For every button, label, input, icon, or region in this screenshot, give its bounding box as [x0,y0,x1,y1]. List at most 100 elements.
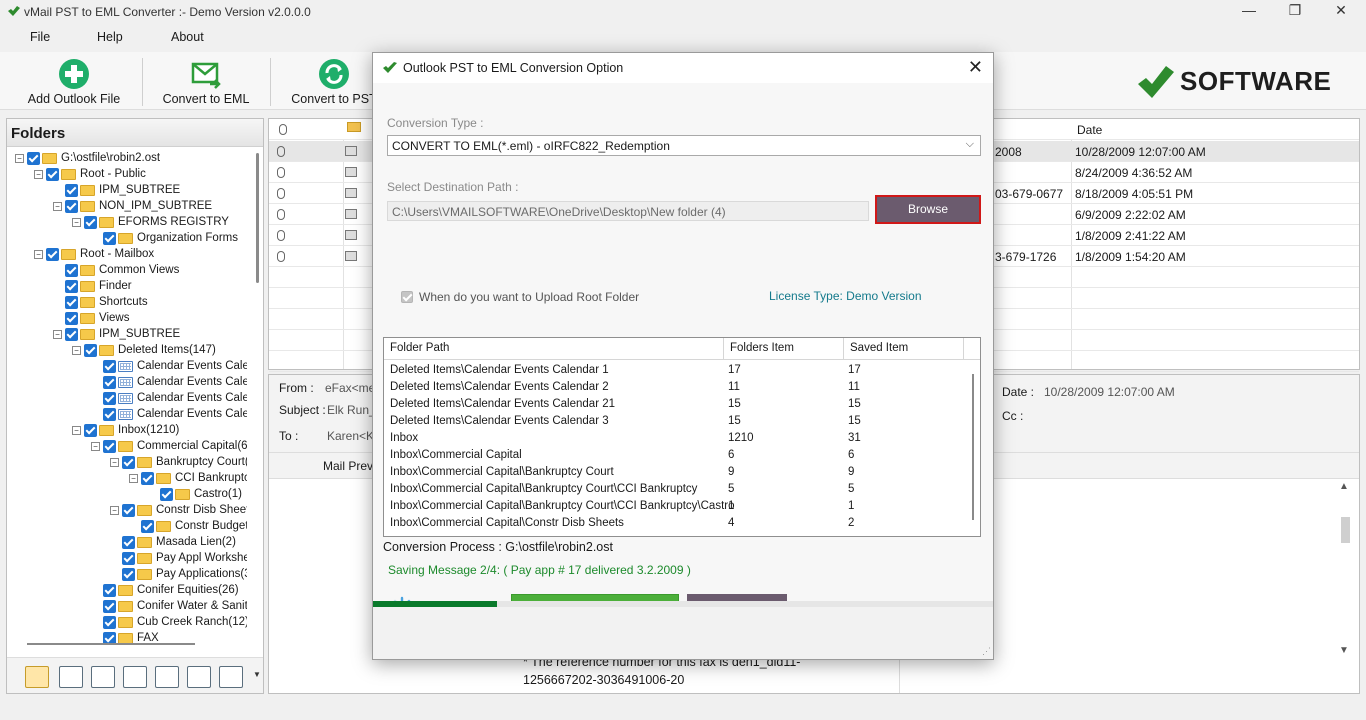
notes-view-icon[interactable] [187,666,211,688]
folder-checkbox[interactable] [65,311,78,325]
grid-header-folders-item[interactable]: Folders Item [730,342,794,354]
grid-header-saved-item[interactable]: Saved Item [850,342,908,354]
folder-checkbox[interactable] [103,375,116,389]
folder-tree-item[interactable]: Calendar Events Calen [91,390,247,406]
more-views-chevron-icon[interactable]: ▼ [253,670,261,679]
folder-checkbox[interactable] [103,407,116,421]
folder-view-icon[interactable] [25,666,49,688]
grid-row[interactable]: Inbox\Commercial Capital\Bankruptcy Cour… [384,481,964,498]
folder-checkbox[interactable] [141,471,154,485]
folder-tree-item[interactable]: Conifer Equities(26) [91,582,239,598]
folder-checkbox[interactable] [122,455,135,469]
envelope-column-icon[interactable] [347,122,361,132]
folder-checkbox[interactable] [65,199,78,213]
folder-tree-item[interactable]: − Inbox(1210) [72,422,179,438]
grid-row[interactable]: Inbox\Commercial Capital\Bankruptcy Cour… [384,464,964,481]
expand-toggle-icon[interactable]: − [72,217,81,227]
folder-tree-item[interactable]: − Root - Mailbox [34,246,154,262]
calendar-view-icon[interactable] [123,666,147,688]
folder-checkbox[interactable] [103,615,116,629]
grid-scrollbar[interactable] [972,374,974,520]
folder-tree-item[interactable]: Common Views [53,262,179,278]
folder-tree-item[interactable]: Calendar Events Calen [91,374,247,390]
destination-path-input[interactable]: C:\Users\VMAILSOFTWARE\OneDrive\Desktop\… [387,201,869,221]
grid-row[interactable]: Inbox\Commercial Capital\Constr Disb She… [384,515,964,532]
expand-toggle-icon[interactable]: − [34,249,43,259]
date-column-header[interactable]: Date [1077,123,1102,137]
convert-to-pst-button[interactable]: Convert to PST [288,56,380,108]
add-outlook-file-button[interactable]: Add Outlook File [24,56,124,108]
close-window-button[interactable]: ✕ [1318,2,1364,22]
upload-root-checkbox[interactable] [401,291,413,303]
expand-toggle-icon[interactable]: − [53,201,62,211]
folder-checkbox[interactable] [84,423,97,437]
folder-tree-item[interactable]: − Root - Public [34,166,146,182]
grid-row[interactable]: Deleted Items\Calendar Events Calendar 3… [384,413,964,430]
folder-tree-item[interactable]: − IPM_SUBTREE [53,326,180,342]
folder-tree-item[interactable]: IPM_SUBTREE [53,182,180,198]
folder-checkbox[interactable] [65,327,78,341]
folder-tree-item[interactable]: Castro(1) [148,486,242,502]
folder-checkbox[interactable] [103,583,116,597]
folder-tree-item[interactable]: Conifer Water & Sanitat [91,598,247,614]
folder-tree-item[interactable]: − Constr Disb Sheets [110,502,247,518]
grid-row[interactable]: Inbox\Commercial Capital 6 6 [384,447,964,464]
folder-checkbox[interactable] [46,247,59,261]
tasks-view-icon[interactable] [155,666,179,688]
expand-toggle-icon[interactable]: − [72,345,81,355]
folder-tree-item[interactable]: Views [53,310,129,326]
folder-tree-item[interactable]: Pay Applications(35 [110,566,247,582]
expand-toggle-icon[interactable]: − [53,329,62,339]
grid-row[interactable]: Inbox\Commercial Capital\Bankruptcy Cour… [384,498,964,515]
folder-tree-item[interactable]: − NON_IPM_SUBTREE [53,198,212,214]
conversion-grid[interactable]: Folder Path Folders Item Saved Item Dele… [383,337,981,537]
conversion-type-select[interactable]: CONVERT TO EML(*.eml) - oIRFC822_Redempt… [387,135,981,156]
expand-toggle-icon[interactable]: − [34,169,43,179]
maximize-button[interactable]: ❐ [1272,2,1318,22]
expand-toggle-icon[interactable]: − [110,457,119,467]
convert-to-eml-button[interactable]: Convert to EML [158,56,254,108]
preview-scrollbar[interactable]: ▲ ▼ [1337,481,1353,661]
expand-toggle-icon[interactable]: − [15,153,24,163]
folder-tree-item[interactable]: Shortcuts [53,294,148,310]
folder-tree-item[interactable]: − Deleted Items(147) [72,342,216,358]
folder-checkbox[interactable] [160,487,173,501]
menu-file[interactable]: File [30,30,50,44]
folder-tree-item[interactable]: − Commercial Capital(6) [91,438,247,454]
folder-checkbox[interactable] [103,439,116,453]
expand-toggle-icon[interactable]: − [110,505,119,515]
folder-tree-vertical-scrollbar[interactable] [256,153,259,283]
folder-tree-item[interactable]: − Bankruptcy Court(9 [110,454,247,470]
folder-checkbox[interactable] [65,295,78,309]
folder-checkbox[interactable] [141,519,154,533]
folder-checkbox[interactable] [122,503,135,517]
folder-checkbox[interactable] [46,167,59,181]
folder-checkbox[interactable] [103,599,116,613]
resize-grip-icon[interactable]: ⋰ [982,646,991,657]
folder-checkbox[interactable] [65,263,78,277]
attachment-column-icon[interactable] [279,124,287,135]
browse-button[interactable]: Browse [875,195,981,224]
folder-tree-item[interactable]: Organization Forms [91,230,238,246]
expand-toggle-icon[interactable]: − [72,425,81,435]
folder-tree-item[interactable]: Masada Lien(2) [110,534,236,550]
folder-checkbox[interactable] [84,343,97,357]
folder-checkbox[interactable] [122,567,135,581]
grid-row[interactable]: Deleted Items\Calendar Events Calendar 1… [384,362,964,379]
scroll-up-icon[interactable]: ▲ [1339,481,1349,492]
dialog-close-button[interactable]: ✕ [968,57,983,78]
folder-tree-item[interactable]: − CCI Bankruptcy [129,470,247,486]
folder-checkbox[interactable] [103,231,116,245]
folder-checkbox[interactable] [65,183,78,197]
folder-tree-item[interactable]: Calendar Events Calen [91,406,247,422]
folder-tree-item[interactable]: − EFORMS REGISTRY [72,214,229,230]
scroll-thumb[interactable] [1341,517,1350,543]
folder-checkbox[interactable] [65,279,78,293]
folder-checkbox[interactable] [103,391,116,405]
grid-row[interactable]: Deleted Items\Calendar Events Calendar 2… [384,396,964,413]
folder-tree-item[interactable]: Constr Budget [129,518,247,534]
folder-tree-item[interactable]: − G:\ostfile\robin2.ost [15,150,160,166]
grid-header-folder-path[interactable]: Folder Path [390,342,449,354]
grid-row[interactable]: Deleted Items\Calendar Events Calendar 2… [384,379,964,396]
folder-tree-horizontal-scrollbar[interactable] [27,643,195,645]
